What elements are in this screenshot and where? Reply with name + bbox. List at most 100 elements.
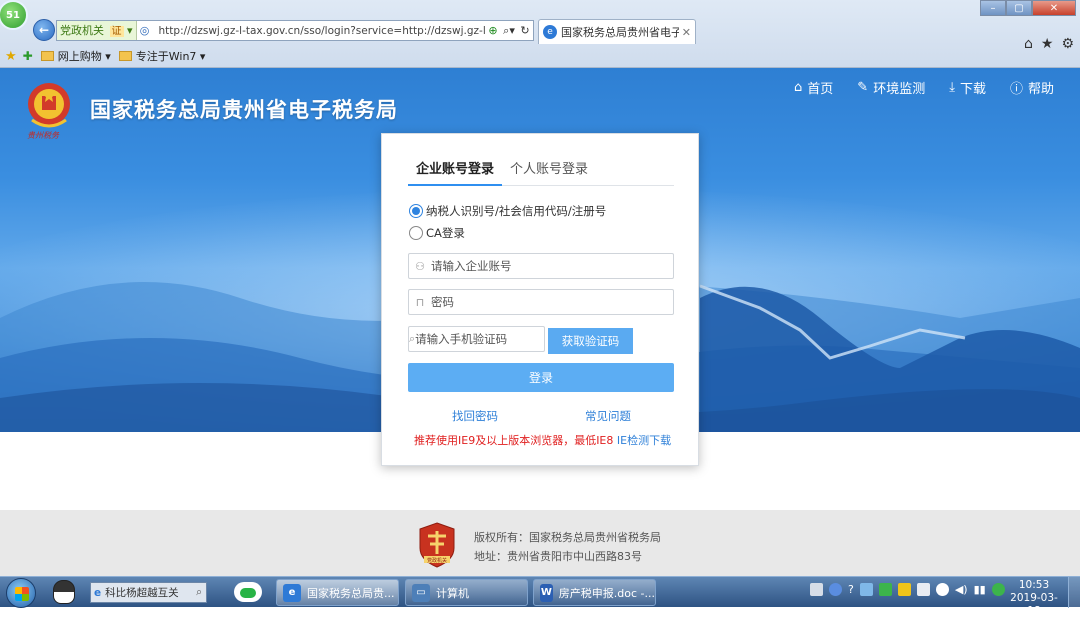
address-bar[interactable]: 党政机关 证 ▾ ◎ http://dzswj.gz-l-tax.gov.cn/… — [56, 20, 534, 41]
nav-environment-check[interactable]: ✎ 环境监测 — [857, 78, 925, 97]
tab-title: 国家税务总局贵州省电子税... — [561, 26, 679, 39]
taskbar-item-computer[interactable]: ▭ 计算机 — [405, 579, 528, 606]
emblem-caption: 贵州税务 — [27, 131, 59, 140]
favorite-item-win7[interactable]: 专注于Win7 ▾ — [118, 48, 205, 64]
get-sms-code-button[interactable]: 获取验证码 — [548, 328, 633, 354]
volume-icon[interactable]: ◀) — [955, 583, 968, 596]
info-icon: ⓘ — [1009, 82, 1023, 97]
suggested-sites-icon[interactable]: ✚ — [23, 49, 33, 63]
tab-personal-login[interactable]: 个人账号登录 — [502, 154, 596, 186]
taskbar-item-doc[interactable]: W 房产税申报.doc -... — [533, 579, 656, 606]
copyright-text: 版权所有：国家税务总局贵州省税务局 — [474, 531, 661, 544]
help-tray-icon[interactable]: ? — [848, 583, 854, 596]
computer-icon: ▭ — [412, 583, 430, 602]
nav-home[interactable]: ⌂ 首页 — [794, 78, 833, 97]
ie-check-download-link[interactable]: IE检测下载 — [617, 434, 671, 447]
clock-time: 10:53 — [1018, 579, 1050, 591]
qq-icon[interactable] — [53, 580, 75, 604]
forgot-password-link[interactable]: 找回密码 — [452, 408, 498, 424]
search-icon[interactable]: ⌕ — [196, 586, 202, 599]
browser-note: 推荐使用IE9及以上版本浏览器，最低IE8 IE检测下载 — [414, 432, 671, 448]
top-nav: ⌂ 首页 ✎ 环境监测 ⤓ 下载 ⓘ 帮助 — [794, 78, 1054, 97]
folder-icon — [40, 51, 54, 61]
account-input[interactable] — [431, 255, 673, 277]
tray-white-icon[interactable] — [916, 583, 930, 596]
favorite-item-shopping[interactable]: 网上购物 ▾ — [40, 48, 111, 64]
network-tray-icon[interactable] — [829, 583, 842, 596]
system-tray: ? ◀) ▮▮ — [810, 583, 1005, 596]
wrench-icon: ✎ — [857, 80, 869, 95]
ie-search-icon: e — [94, 586, 102, 599]
password-field[interactable]: ⊓ — [408, 289, 674, 315]
nav-home-label: 首页 — [807, 82, 834, 97]
clock-date: 2019-03-18 — [1010, 592, 1058, 617]
taskbar-item-browser[interactable]: e 国家税务总局贵... — [276, 579, 399, 606]
radio-taxid[interactable]: 纳税人识别号/社会信用代码/注册号 — [409, 203, 606, 219]
refresh-icon[interactable]: ↻ — [517, 24, 533, 37]
battery-icon[interactable] — [935, 583, 949, 596]
back-button[interactable]: ← — [33, 19, 55, 41]
taskbar-search-text: 科比杨超越互关 — [105, 587, 179, 599]
favorites-add-icon[interactable]: ★ — [5, 49, 17, 64]
nav-download[interactable]: ⤓ 下载 — [949, 78, 986, 97]
radio-taxid-label: 纳税人识别号/社会信用代码/注册号 — [426, 204, 607, 218]
tray-app-icon[interactable] — [859, 583, 873, 596]
home-icon: ⌂ — [794, 80, 803, 95]
tray-green-icon[interactable] — [878, 583, 892, 596]
download-icon: ⤓ — [949, 80, 955, 95]
page-icon: ◎ — [139, 24, 150, 37]
page-content: 贵州税务 国家税务总局贵州省电子税务局 ⌂ 首页 ✎ 环境监测 ⤓ 下载 ⓘ 帮… — [0, 68, 1080, 576]
compat-icon[interactable]: ⊕ — [485, 24, 501, 37]
keyboard-icon[interactable] — [810, 583, 823, 596]
tab-enterprise-login[interactable]: 企业账号登录 — [408, 154, 503, 186]
start-button[interactable] — [6, 578, 36, 608]
user-icon: ⚇ — [415, 259, 425, 273]
nav-help-label: 帮助 — [1027, 82, 1054, 97]
footer-copy: 版权所有：国家税务总局贵州省税务局 地址：贵州省贵阳市中山西路83号 — [474, 528, 661, 566]
folder-icon — [118, 51, 132, 61]
favorites-bar: ★ ✚ 网上购物 ▾ 专注于Win7 ▾ — [0, 46, 1080, 66]
signal-icon[interactable]: ▮▮ — [974, 583, 986, 596]
taskbar-item-label: 计算机 — [436, 586, 469, 600]
sms-code-field[interactable]: ⌕ — [408, 326, 562, 352]
taskbar-item-label: 国家税务总局贵... — [307, 586, 395, 600]
address-text: 地址：贵州省贵阳市中山西路83号 — [474, 550, 642, 563]
taskbar-search[interactable]: e 科比杨超越互关 ⌕ — [90, 582, 207, 603]
show-desktop-button[interactable] — [1068, 577, 1080, 608]
sms-code-input[interactable] — [415, 328, 562, 350]
radio-ca[interactable]: CA登录 — [409, 225, 465, 241]
address-row: 51 ← → 党政机关 证 ▾ ◎ http://dzswj.gz-l-tax.… — [0, 0, 1080, 52]
radio-ca-button[interactable] — [409, 226, 423, 240]
account-field[interactable]: ⚇ — [408, 253, 674, 279]
login-card: 企业账号登录 个人账号登录 纳税人识别号/社会信用代码/注册号 CA登录 ⚇ ⊓… — [381, 133, 699, 466]
radio-taxid-button[interactable] — [409, 204, 423, 218]
login-tabs: 企业账号登录 个人账号登录 — [408, 154, 674, 186]
cert-badge: 证 — [109, 26, 124, 37]
nav-download-label: 下载 — [959, 82, 986, 97]
url-text[interactable]: http://dzswj.gz-l-tax.gov.cn/sso/login?s… — [159, 25, 485, 37]
zone-tag: 党政机关 证 ▾ — [57, 21, 137, 40]
wechat-icon[interactable] — [234, 582, 262, 602]
tab-close-icon[interactable]: ✕ — [682, 26, 691, 39]
faq-link[interactable]: 常见问题 — [585, 408, 631, 424]
clock[interactable]: 10:53 2019-03-18 — [1004, 579, 1064, 618]
nav-help[interactable]: ⓘ 帮助 — [1010, 78, 1054, 97]
word-doc-icon: W — [540, 583, 553, 602]
footer-logo-text: 党政机关 — [427, 557, 447, 564]
radio-ca-label: CA登录 — [426, 226, 465, 240]
taskbar: e 科比杨超越互关 ⌕ e 国家税务总局贵... ▭ 计算机 W 房产税申报.d… — [0, 576, 1080, 617]
site-title: 国家税务总局贵州省电子税务局 — [90, 98, 398, 122]
ie-icon: e — [283, 583, 301, 602]
lock-icon: ⊓ — [415, 295, 425, 309]
ie-badge-icon[interactable]: 51 — [0, 0, 28, 30]
tray-flag-icon[interactable] — [991, 583, 1005, 596]
nav-environment-label: 环境监测 — [873, 82, 926, 97]
browser-note-text: 推荐使用IE9及以上版本浏览器，最低IE8 — [414, 434, 614, 447]
party-govt-logo: 党政机关 — [419, 522, 455, 568]
search-icon[interactable]: ⌕▾ — [501, 24, 517, 38]
tab-active[interactable]: e 国家税务总局贵州省电子税... ✕ — [538, 19, 696, 44]
tray-yellow-icon[interactable] — [897, 583, 911, 596]
password-input[interactable] — [431, 291, 673, 313]
login-button[interactable]: 登录 — [408, 363, 674, 392]
taskbar-item-label: 房产税申报.doc -... — [558, 586, 655, 600]
